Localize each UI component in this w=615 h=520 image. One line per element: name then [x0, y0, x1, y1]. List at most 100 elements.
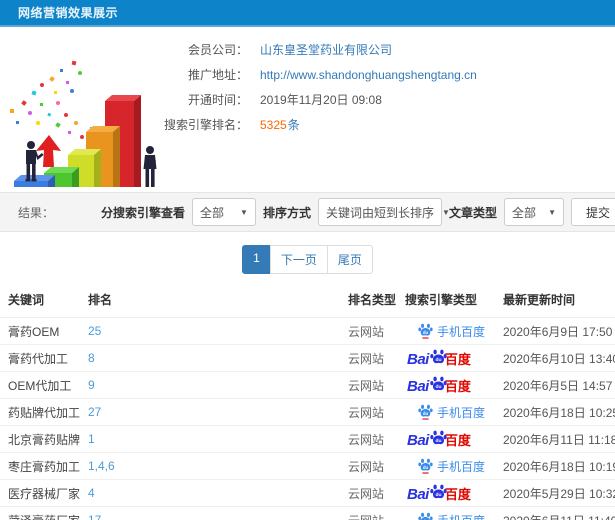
page-header: 网络营销效果展示	[0, 0, 615, 27]
engine-cell: du 手机百度	[397, 398, 495, 426]
table-row: 膏药OEM 25 云网站 du 手机百度 2020年6月9日 17:50	[0, 317, 615, 345]
rank-cell: 1,4,6	[80, 452, 340, 480]
mobile-baidu-logo: du 手机百度	[417, 323, 485, 340]
ranking-count-unit: 条	[287, 118, 300, 132]
filter-bar: 结果： 分搜索引擎查看 全部 ▼ 排序方式 关键词由短到长排序 ▼ 文章类型 全…	[0, 192, 615, 232]
sort-filter-select[interactable]: 关键词由短到长排序 ▼	[317, 198, 450, 226]
engine-filter-value: 全部	[199, 205, 224, 220]
table-row: 药贴牌代加工 27 云网站 du 手机百度 2020年6月18日 10:25	[0, 398, 615, 426]
svg-text:du: du	[435, 438, 441, 444]
rank-cell: 1	[80, 425, 340, 453]
svg-text:du: du	[435, 492, 441, 498]
col-header-rank: 排名	[88, 293, 113, 307]
col-header-update-time: 最新更新时间	[503, 293, 576, 307]
engine-cell: Bai du 百度	[397, 344, 495, 372]
filter-controls: 分搜索引擎查看 全部 ▼ 排序方式 关键词由短到长排序 ▼ 文章类型 全部 ▼ …	[101, 198, 615, 226]
info-value[interactable]: http://www.shandonghuangshengtang.cn	[260, 68, 477, 82]
rank-type-cell: 云网站	[340, 371, 397, 399]
table-row: 膏药代加工 8 云网站 Bai du 百度 2020年6月10日 13:40	[0, 344, 615, 372]
rank-link[interactable]: 4	[88, 486, 95, 500]
engine-filter-label: 分搜索引擎查看	[100, 205, 185, 220]
rank-link[interactable]: 8	[88, 351, 95, 365]
growth-chart-illustration	[2, 29, 184, 212]
rank-type-cell: 云网站	[340, 425, 397, 453]
chevron-down-icon: ▼	[240, 207, 248, 217]
svg-text:du: du	[423, 411, 429, 416]
update-time-cell: 2020年6月11日 11:18	[495, 425, 615, 453]
rank-link[interactable]: 17	[88, 513, 101, 520]
businessman-right	[143, 146, 157, 193]
update-time-cell: 2020年6月11日 11:40	[495, 506, 615, 520]
mobile-baidu-label: 手机百度	[437, 324, 486, 339]
info-row: 推广地址： http://www.shandonghuangshengtang.…	[158, 62, 477, 87]
info-row: 搜索引擎排名： 5325条	[158, 112, 477, 137]
engine-cell: Bai du 百度	[397, 479, 495, 507]
rank-link[interactable]: 25	[88, 324, 101, 338]
mobile-baidu-label: 手机百度	[437, 459, 486, 474]
info-label: 推广地址：	[187, 68, 248, 82]
rank-type-cell: 云网站	[340, 506, 397, 520]
rank-type-cell: 云网站	[340, 344, 397, 372]
engine-cell: du 手机百度	[397, 317, 495, 345]
sort-filter-value: 关键词由短到长排序	[325, 205, 434, 220]
info-label: 开通时间：	[187, 93, 248, 107]
baidu-paw-icon: du	[418, 458, 433, 474]
svg-text:du: du	[435, 357, 441, 363]
page-button-2[interactable]: 尾页	[326, 245, 373, 274]
rank-type-cell: 云网站	[340, 479, 397, 507]
update-time-cell: 2020年6月9日 17:50	[495, 317, 615, 345]
svg-text:du: du	[423, 330, 429, 335]
rank-cell: 25	[80, 317, 340, 345]
keyword-cell: 菏泽膏药厂家	[0, 506, 80, 520]
baidu-bai-text: Bai	[407, 432, 429, 449]
keyword-cell: 膏药OEM	[0, 317, 80, 345]
baidu-bai-text: Bai	[407, 486, 429, 503]
update-time-cell: 2020年6月10日 13:40	[495, 344, 615, 372]
update-time-cell: 2020年6月5日 14:57	[495, 371, 615, 399]
mobile-baidu-label: 手机百度	[437, 405, 486, 420]
baidu-bai-text: Bai	[407, 351, 429, 368]
info-row: 开通时间： 2019年11月20日 09:08	[158, 87, 477, 112]
up-arrow	[36, 135, 61, 167]
engine-cell: Bai du 百度	[397, 425, 495, 453]
baidu-bai-text: Bai	[407, 378, 429, 395]
info-value[interactable]: 山东皇圣堂药业有限公司	[260, 41, 392, 58]
rank-link[interactable]: 9	[88, 378, 95, 392]
engine-filter-select[interactable]: 全部 ▼	[191, 198, 256, 226]
update-time-cell: 2020年6月18日 10:19	[495, 452, 615, 480]
page-current[interactable]: 1	[242, 245, 271, 274]
info-section: 会员公司： 山东皇圣堂药业有限公司 推广地址： http://www.shand…	[0, 27, 615, 212]
rank-type-cell: 云网站	[340, 452, 397, 480]
page-title: 网络营销效果展示	[18, 6, 119, 20]
mobile-baidu-logo: du 手机百度	[417, 404, 485, 421]
info-label: 会员公司：	[187, 43, 248, 57]
page-button-1[interactable]: 下一页	[269, 245, 328, 274]
rank-type-cell: 云网站	[340, 398, 397, 426]
baidu-cn-text: 百度	[444, 352, 471, 367]
rank-cell: 8	[80, 344, 340, 372]
rank-type-cell: 云网站	[340, 317, 397, 345]
chevron-down-icon: ▼	[548, 207, 556, 217]
svg-text:du: du	[435, 384, 441, 390]
info-value: 2019年11月20日 09:08	[260, 93, 382, 107]
keyword-cell: 北京膏药贴牌	[0, 425, 80, 453]
engine-cell: du 手机百度	[397, 506, 495, 520]
rank-link[interactable]: 1	[88, 432, 95, 446]
mobile-baidu-logo: du 手机百度	[417, 512, 485, 520]
baidu-paw-icon: du	[418, 404, 433, 420]
sort-filter-label: 排序方式	[262, 205, 311, 220]
rank-link[interactable]: 1,4,6	[88, 459, 115, 473]
baidu-paw-icon: du	[418, 323, 433, 339]
baidu-logo: Bai du 百度	[407, 376, 471, 394]
ranking-count: 5325	[260, 118, 287, 132]
baidu-cn-text: 百度	[444, 433, 471, 448]
baidu-logo: Bai du 百度	[407, 484, 471, 502]
mobile-baidu-label: 手机百度	[437, 512, 485, 520]
article-type-value: 全部	[511, 205, 536, 220]
submit-button[interactable]: 提交	[570, 198, 615, 226]
result-label: 结果：	[18, 205, 55, 220]
table-row: 枣庄膏药加工 1,4,6 云网站 du 手机百度 2020年6月18日 10:19	[0, 452, 615, 480]
keyword-cell: 膏药代加工	[0, 344, 80, 372]
rank-link[interactable]: 27	[88, 405, 101, 419]
article-type-select[interactable]: 全部 ▼	[503, 198, 564, 226]
